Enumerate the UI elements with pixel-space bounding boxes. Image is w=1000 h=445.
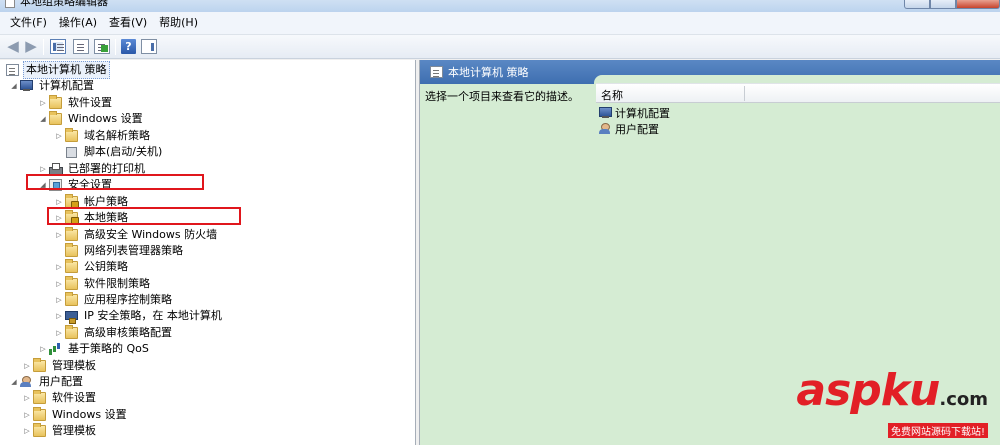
properties-icon[interactable] xyxy=(73,39,89,54)
collapsed-arrow-icon[interactable]: ▷ xyxy=(21,390,33,406)
collapsed-arrow-icon[interactable]: ▷ xyxy=(21,358,33,374)
title-bar: 本地组策略编辑器 xyxy=(0,0,1000,12)
collapsed-arrow-icon[interactable]: ▷ xyxy=(37,95,49,111)
export-list-icon[interactable] xyxy=(94,39,110,54)
folder-icon xyxy=(65,259,78,273)
minimize-button[interactable] xyxy=(904,0,930,9)
list-item-user-config[interactable]: 用户配置 xyxy=(599,121,659,137)
back-arrow-icon[interactable]: ◀ xyxy=(5,39,21,55)
collapsed-arrow-icon[interactable]: ▷ xyxy=(53,292,65,308)
app-icon xyxy=(5,0,15,8)
computer-icon xyxy=(599,107,612,119)
tree-item-app-control[interactable]: ▷ 应用程序控制策略 xyxy=(53,292,174,308)
tree-item-qos[interactable]: ▷ 基于策略的 QoS xyxy=(37,341,151,357)
expanded-arrow-icon[interactable]: ◢ xyxy=(8,374,20,390)
tree-item-ipsec[interactable]: ▷ IP 安全策略，在 本地计算机 xyxy=(53,308,224,324)
watermark: aspku.com 免费网站源码下载站! xyxy=(796,369,988,438)
help-icon[interactable]: ? xyxy=(121,39,136,54)
show-action-pane-icon[interactable] xyxy=(141,39,157,54)
tree-item-scripts[interactable]: 脚本(启动/关机) xyxy=(53,144,164,160)
user-icon xyxy=(599,123,612,135)
toolbar-separator xyxy=(115,39,116,55)
computer-icon xyxy=(20,80,33,92)
folder-icon xyxy=(65,227,78,241)
folder-icon xyxy=(49,95,62,109)
menu-help[interactable]: 帮助(H) xyxy=(153,13,204,33)
collapsed-arrow-icon[interactable]: ▷ xyxy=(53,128,65,144)
policy-icon xyxy=(430,66,443,78)
folder-icon xyxy=(65,128,78,142)
collapsed-arrow-icon[interactable]: ▷ xyxy=(37,341,49,357)
menu-file[interactable]: 文件(F) xyxy=(4,13,53,33)
tree-item-software-restriction[interactable]: ▷ 软件限制策略 xyxy=(53,276,152,292)
watermark-tagline: 免费网站源码下载站! xyxy=(887,423,988,438)
window-controls xyxy=(904,0,1000,9)
collapsed-arrow-icon[interactable]: ▷ xyxy=(53,308,65,324)
menu-view[interactable]: 查看(V) xyxy=(103,13,153,33)
list-item-computer-config[interactable]: 计算机配置 xyxy=(599,105,670,121)
script-icon xyxy=(65,146,78,158)
collapsed-arrow-icon[interactable]: ▷ xyxy=(21,407,33,423)
folder-icon xyxy=(65,325,78,339)
user-icon xyxy=(20,376,33,388)
description-text: 选择一个项目来查看它的描述。 xyxy=(425,90,579,103)
tree-item-computer-config[interactable]: ◢ 计算机配置 xyxy=(8,78,96,94)
menu-action[interactable]: 操作(A) xyxy=(53,13,103,33)
tree-item-user-software-settings[interactable]: ▷ 软件设置 xyxy=(21,390,98,406)
column-header-name[interactable]: 名称 xyxy=(596,83,1000,103)
watermark-logo: aspku.com xyxy=(796,365,988,416)
ipsec-icon xyxy=(65,310,78,324)
forward-arrow-icon[interactable]: ▶ xyxy=(23,39,39,55)
toolbar-separator xyxy=(43,39,44,55)
tree-item-user-windows-settings[interactable]: ▷ Windows 设置 xyxy=(21,407,129,423)
folder-icon xyxy=(65,292,78,306)
close-button[interactable] xyxy=(956,0,1000,9)
expanded-arrow-icon[interactable]: ◢ xyxy=(37,111,49,127)
highlight-box-security-settings xyxy=(26,174,204,190)
tree-item-software-settings[interactable]: ▷ 软件设置 xyxy=(37,95,114,111)
tree-item-dns-policy[interactable]: ▷ 域名解析策略 xyxy=(53,128,152,144)
tree-item-network-list[interactable]: 网络列表管理器策略 xyxy=(53,243,185,259)
tree-item-root[interactable]: 本地计算机 策略 xyxy=(6,61,110,79)
folder-icon xyxy=(65,243,78,257)
console-tree: 本地计算机 策略 ◢ 计算机配置 ▷ 软件设置 ◢ Windows 设置 ▷ 域… xyxy=(0,60,416,445)
collapsed-arrow-icon[interactable]: ▷ xyxy=(53,325,65,341)
tree-item-public-key[interactable]: ▷ 公钥策略 xyxy=(53,259,130,275)
folder-icon xyxy=(49,111,62,125)
tree-item-audit-config[interactable]: ▷ 高级审核策略配置 xyxy=(53,325,174,341)
collapsed-arrow-icon[interactable]: ▷ xyxy=(21,423,33,439)
toolbar: ◀ ▶ ? xyxy=(0,35,1000,59)
maximize-button[interactable] xyxy=(930,0,956,9)
tree-item-user-admin-templates[interactable]: ▷ 管理模板 xyxy=(21,423,98,439)
folder-icon xyxy=(33,390,46,404)
show-hide-console-tree-icon[interactable] xyxy=(50,39,66,54)
qos-chart-icon xyxy=(49,343,62,355)
tree-item-windows-settings[interactable]: ◢ Windows 设置 xyxy=(37,111,145,127)
collapsed-arrow-icon[interactable]: ▷ xyxy=(53,259,65,275)
folder-icon xyxy=(33,423,46,437)
tree-item-user-config[interactable]: ◢ 用户配置 xyxy=(8,374,85,390)
policy-icon xyxy=(6,64,19,76)
collapsed-arrow-icon[interactable]: ▷ xyxy=(53,276,65,292)
menu-bar: 文件(F) 操作(A) 查看(V) 帮助(H) xyxy=(0,12,1000,35)
expanded-arrow-icon[interactable]: ◢ xyxy=(8,78,20,94)
tree-item-firewall[interactable]: ▷ 高级安全 Windows 防火墙 xyxy=(53,227,219,243)
window-title: 本地组策略编辑器 xyxy=(20,0,108,8)
folder-icon xyxy=(33,407,46,421)
highlight-box-local-policies xyxy=(47,207,241,225)
folder-icon xyxy=(65,276,78,290)
column-divider[interactable] xyxy=(744,86,745,101)
collapsed-arrow-icon[interactable]: ▷ xyxy=(53,227,65,243)
tree-item-admin-templates[interactable]: ▷ 管理模板 xyxy=(21,358,98,374)
folder-icon xyxy=(33,358,46,372)
